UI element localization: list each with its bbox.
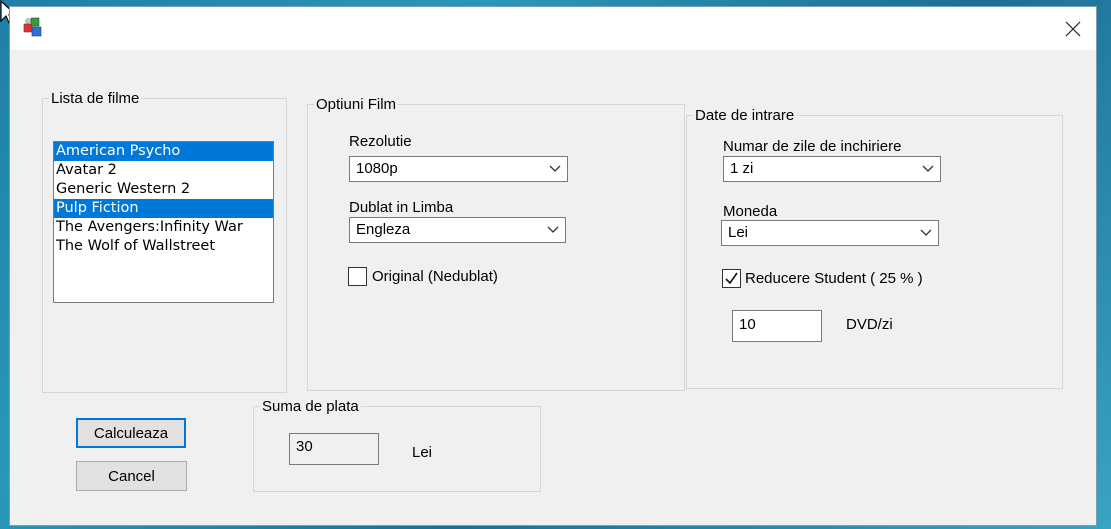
movie-listbox[interactable]: American Psycho Avatar 2 Generic Western… <box>53 141 274 303</box>
suma-currency: Lei <box>412 444 433 461</box>
moneda-dropdown[interactable]: Lei <box>721 220 939 246</box>
chevron-down-icon <box>549 165 561 172</box>
list-item[interactable]: American Psycho <box>54 142 273 161</box>
reducere-checkbox[interactable] <box>722 269 741 288</box>
suma-title: Suma de plata <box>262 398 359 415</box>
list-item[interactable]: The Wolf of Wallstreet <box>54 237 273 256</box>
lista-filme-title: Lista de filme <box>51 90 140 107</box>
reducere-label: Reducere Student ( 25 % ) <box>745 270 923 287</box>
dublat-dropdown[interactable]: Engleza <box>349 217 566 243</box>
main-window: Lista de filme American Psycho Avatar 2 … <box>9 6 1097 526</box>
rezolutie-dropdown[interactable]: 1080p <box>349 156 568 182</box>
list-item[interactable]: Pulp Fiction <box>54 199 273 218</box>
close-icon <box>1065 21 1081 36</box>
rezolutie-value: 1080p <box>356 160 398 177</box>
list-item[interactable]: Generic Western 2 <box>54 180 273 199</box>
close-button[interactable] <box>1050 7 1096 50</box>
suma-output: 30 <box>289 433 379 465</box>
chevron-down-icon <box>920 229 932 236</box>
moneda-label: Moneda <box>723 203 778 220</box>
list-item[interactable]: The Avengers:Infinity War <box>54 218 273 237</box>
title-bar <box>10 7 1096 50</box>
dvd-input[interactable]: 10 <box>732 310 822 342</box>
dublat-label: Dublat in Limba <box>349 199 454 216</box>
zile-label: Numar de zile de inchiriere <box>723 138 902 155</box>
app-icon <box>23 17 42 37</box>
list-item[interactable]: Avatar 2 <box>54 161 273 180</box>
zile-dropdown[interactable]: 1 zi <box>723 156 941 182</box>
optiuni-film-title: Optiuni Film <box>316 96 397 113</box>
checkmark-icon <box>725 272 738 285</box>
original-label: Original (Nedublat) <box>372 268 498 285</box>
cancel-button[interactable]: Cancel <box>76 461 187 491</box>
dublat-value: Engleza <box>356 221 411 238</box>
zile-value: 1 zi <box>730 160 754 177</box>
original-checkbox[interactable] <box>348 267 367 286</box>
dvd-unit-label: DVD/zi <box>846 316 893 333</box>
chevron-down-icon <box>922 165 934 172</box>
moneda-value: Lei <box>728 224 749 241</box>
date-intrare-title: Date de intrare <box>695 107 795 124</box>
rezolutie-label: Rezolutie <box>349 133 412 150</box>
calculeaza-button[interactable]: Calculeaza <box>76 418 186 448</box>
chevron-down-icon <box>547 226 559 233</box>
